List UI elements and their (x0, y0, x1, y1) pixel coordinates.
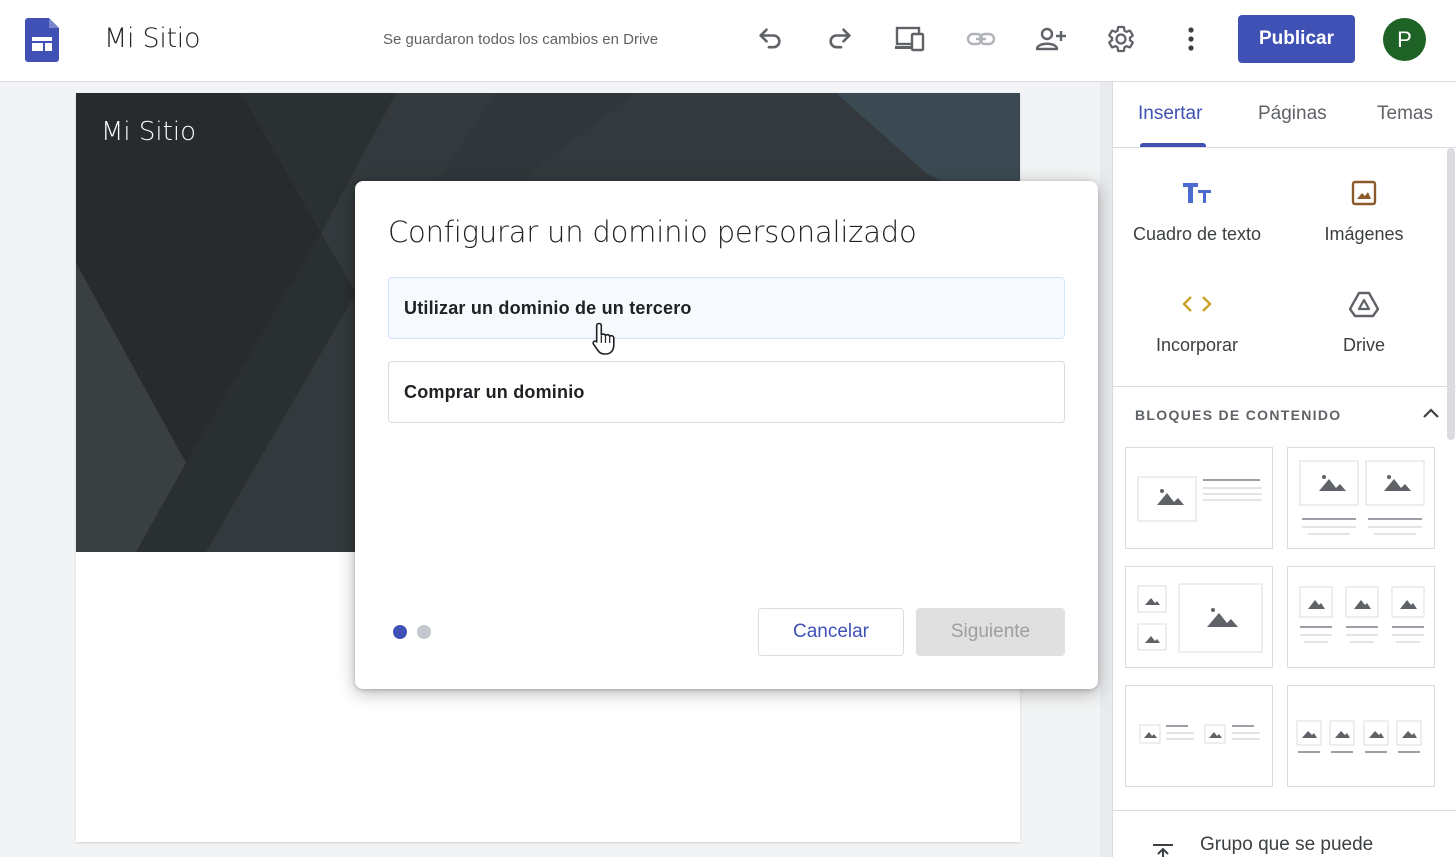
drive-icon (1281, 287, 1447, 321)
option-buy-domain-label: Comprar un dominio (404, 382, 585, 402)
undo-icon[interactable] (753, 22, 787, 56)
settings-gear-icon[interactable] (1104, 22, 1138, 56)
content-block-two-images-text[interactable] (1287, 447, 1435, 549)
save-status-text: Se guardaron todos los cambios en Drive (383, 31, 659, 48)
option-third-party-domain-label: Utilizar un dominio de un tercero (404, 298, 692, 318)
redo-icon[interactable] (823, 22, 857, 56)
content-block-four-images-text[interactable] (1287, 685, 1435, 787)
dialog-title: Configurar un dominio personalizado (388, 215, 917, 249)
content-block-image-grid-large[interactable] (1125, 566, 1273, 668)
content-block-image-text-pairs[interactable] (1125, 685, 1273, 787)
image-icon (1281, 176, 1447, 210)
step-indicator-dot-active (393, 625, 407, 639)
publish-button[interactable]: Publicar (1238, 15, 1355, 63)
active-tab-indicator (1140, 143, 1206, 147)
panel-scrollbar[interactable] (1447, 148, 1455, 440)
preview-devices-icon[interactable] (893, 22, 927, 56)
site-name-title[interactable]: Mi Sitio (104, 23, 201, 54)
insert-drive[interactable]: Drive (1281, 287, 1447, 387)
hand-pointer-cursor-icon (590, 321, 620, 357)
google-sites-logo-icon[interactable] (25, 18, 59, 62)
cancel-button[interactable]: Cancelar (758, 608, 904, 656)
share-person-add-icon[interactable] (1034, 22, 1068, 56)
text-box-icon (1114, 176, 1280, 210)
content-block-three-images-text[interactable] (1287, 566, 1435, 668)
collapsible-group-icon (1151, 842, 1175, 857)
insert-images[interactable]: Imágenes (1281, 176, 1447, 276)
insert-images-label: Imágenes (1324, 224, 1404, 244)
more-vert-icon[interactable] (1174, 22, 1208, 56)
content-blocks-heading: BLOQUES DE CONTENIDO (1135, 407, 1342, 423)
section-divider-bottom (1113, 810, 1456, 811)
collapsible-group-label: Grupo que se puede (1200, 834, 1374, 855)
link-icon[interactable] (964, 22, 998, 56)
insert-embed-label: Incorporar (1155, 335, 1239, 355)
chevron-up-icon[interactable] (1419, 402, 1443, 426)
option-third-party-domain[interactable]: Utilizar un dominio de un tercero (388, 277, 1065, 339)
canvas-scrollbar[interactable] (1100, 82, 1112, 857)
insert-text-box[interactable]: Cuadro de texto (1114, 176, 1280, 276)
custom-domain-dialog: Configurar un dominio personalizado Util… (355, 181, 1098, 689)
account-avatar[interactable]: P (1383, 18, 1426, 61)
right-side-panel: Insertar Páginas Temas Cuadro de texto I… (1112, 82, 1456, 857)
section-divider (1113, 386, 1456, 387)
tab-themes[interactable]: Temas (1377, 103, 1433, 125)
insert-embed[interactable]: Incorporar (1114, 287, 1280, 387)
tab-pages[interactable]: Páginas (1258, 103, 1327, 125)
top-app-bar: Mi Sitio Se guardaron todos los cambios … (0, 0, 1456, 82)
tab-insert[interactable]: Insertar (1138, 103, 1202, 125)
collapsible-group-item[interactable]: Grupo que se puede (1113, 822, 1456, 857)
panel-tabs: Insertar Páginas Temas (1113, 82, 1456, 148)
embed-code-icon (1114, 287, 1280, 321)
insert-drive-label: Drive (1342, 335, 1385, 355)
site-header-title[interactable]: Mi Sitio (101, 117, 196, 147)
option-buy-domain[interactable]: Comprar un dominio (388, 361, 1065, 423)
insert-text-box-label: Cuadro de texto (1132, 224, 1262, 244)
next-button[interactable]: Siguiente (916, 608, 1065, 656)
step-indicator-dot (417, 625, 431, 639)
content-block-image-text[interactable] (1125, 447, 1273, 549)
